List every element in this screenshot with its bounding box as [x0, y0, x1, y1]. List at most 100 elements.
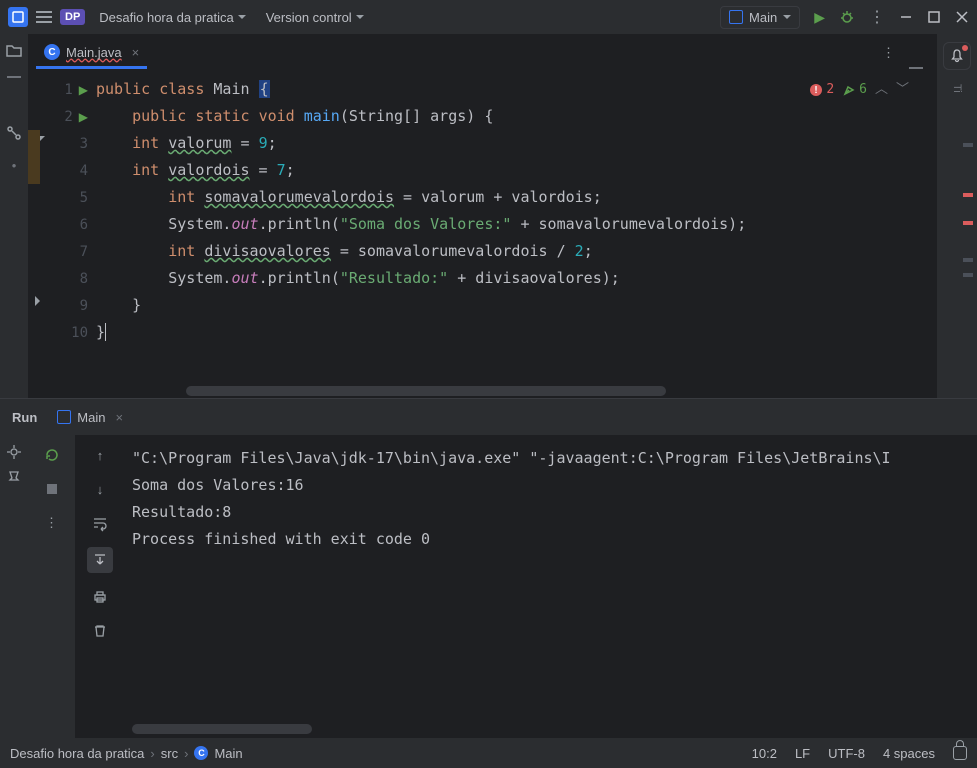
breadcrumb-item[interactable]: src: [161, 746, 178, 761]
console-output[interactable]: "C:\Program Files\Java\jdk-17\bin\java.e…: [124, 435, 977, 738]
caret-position[interactable]: 10:2: [752, 746, 777, 761]
project-dropdown[interactable]: Desafio hora da pratica: [93, 6, 251, 29]
console-line: Soma dos Valores:16: [132, 472, 969, 499]
file-icon: [729, 10, 743, 24]
console-line: "C:\Program Files\Java\jdk-17\bin\java.e…: [132, 445, 969, 472]
run-tool-window: Run Main × ⋮ ↑ ↓ "C:\Program Files\Java\…: [0, 398, 977, 738]
run-tab-main[interactable]: Main ×: [57, 410, 123, 425]
soft-wrap-icon[interactable]: [90, 513, 110, 533]
prev-highlight-icon[interactable]: ︿: [875, 76, 888, 103]
lock-icon[interactable]: [953, 746, 967, 760]
stop-button[interactable]: [42, 479, 62, 499]
chevron-right-icon: ›: [150, 746, 154, 761]
notifications-button[interactable]: [943, 42, 971, 70]
down-arrow-icon[interactable]: ↓: [90, 479, 110, 499]
run-tab-title[interactable]: Run: [12, 410, 37, 425]
file-icon: [57, 410, 71, 424]
warning-badge[interactable]: 6: [842, 76, 867, 103]
next-highlight-icon[interactable]: ﹀: [896, 76, 909, 103]
project-tool-icon[interactable]: [5, 42, 23, 60]
java-class-icon: C: [194, 746, 208, 760]
right-tool-rail: Ti: [937, 34, 977, 398]
editor-hscrollbar[interactable]: [96, 384, 893, 398]
ti-label: Ti: [951, 84, 963, 93]
close-icon[interactable]: ×: [132, 45, 140, 60]
titlebar: DP Desafio hora da pratica Version contr…: [0, 0, 977, 34]
console-hscrollbar[interactable]: [132, 724, 312, 734]
close-icon[interactable]: ×: [115, 410, 123, 425]
separator-icon: [7, 76, 21, 78]
up-arrow-icon[interactable]: ↑: [90, 445, 110, 465]
chevron-right-icon: ›: [184, 746, 188, 761]
error-marker[interactable]: [963, 143, 973, 147]
debug-button[interactable]: [839, 9, 855, 25]
java-class-icon: C: [44, 44, 60, 60]
tab-label: Main.java: [66, 45, 122, 60]
line-gutter: 1▶ 2▶ 3 4 5 6 7 8 9 10: [52, 70, 96, 384]
error-marker[interactable]: [963, 221, 973, 225]
dot-icon: •: [12, 158, 17, 173]
scroll-to-end-icon[interactable]: [87, 547, 113, 573]
breadcrumb-item[interactable]: Main: [214, 746, 242, 761]
warn-marker[interactable]: [963, 258, 973, 262]
indent[interactable]: 4 spaces: [883, 746, 935, 761]
console-line: Process finished with exit code 0: [132, 526, 969, 553]
run-body: ⋮ ↑ ↓ "C:\Program Files\Java\jdk-17\bin\…: [0, 435, 977, 738]
code-editor[interactable]: 1▶ 2▶ 3 4 5 6 7 8 9 10 !2 6 ︿ ﹀ public c…: [28, 70, 937, 384]
editor-tabs: C Main.java × ⋮: [28, 34, 937, 70]
print-icon[interactable]: [90, 587, 110, 607]
run-settings-icon[interactable]: [5, 443, 23, 461]
editor-column: C Main.java × ⋮ 1▶ 2▶ 3 4 5 6 7: [28, 34, 937, 398]
gutter-run-icon[interactable]: ▶: [79, 110, 88, 124]
titlebar-right: Main ▶ ⋮: [720, 6, 969, 29]
maximize-button[interactable]: [927, 10, 941, 24]
left-tool-rail: •: [0, 34, 28, 398]
warn-marker[interactable]: [963, 273, 973, 277]
chevron-right-icon[interactable]: [35, 296, 45, 306]
close-button[interactable]: [955, 10, 969, 24]
more-icon[interactable]: ⋮: [42, 513, 62, 533]
gutter-run-icon[interactable]: ▶: [79, 83, 88, 97]
project-badge: DP: [60, 9, 85, 25]
encoding[interactable]: UTF-8: [828, 746, 865, 761]
statusbar: Desafio hora da pratica › src › C Main 1…: [0, 738, 977, 768]
run-pin-icon[interactable]: [5, 469, 23, 487]
version-control-dropdown[interactable]: Version control: [260, 6, 370, 29]
app-icon[interactable]: [8, 7, 28, 27]
rerun-button[interactable]: [42, 445, 62, 465]
tab-more-menu[interactable]: ⋮: [874, 37, 903, 69]
breadcrumb-item[interactable]: Desafio hora da pratica: [10, 746, 144, 761]
chevron-down-icon: [783, 15, 791, 23]
inspection-widget[interactable]: !2 6 ︿ ﹀: [809, 76, 909, 103]
highlight-marker: [28, 130, 40, 157]
line-separator[interactable]: LF: [795, 746, 810, 761]
breadcrumb[interactable]: Desafio hora da pratica › src › C Main: [10, 746, 243, 761]
chevron-down-icon: [238, 15, 246, 23]
project-name: Desafio hora da pratica: [99, 10, 233, 25]
collapse-icon[interactable]: [909, 67, 923, 69]
marker-bar[interactable]: [937, 103, 977, 398]
run-button[interactable]: ▶: [814, 9, 825, 26]
error-badge[interactable]: !2: [809, 76, 834, 103]
highlight-marker: [28, 157, 40, 184]
structure-tool-icon[interactable]: [5, 124, 23, 142]
scrollbar-thumb[interactable]: [186, 386, 666, 396]
trash-icon[interactable]: [90, 621, 110, 641]
main-area: • C Main.java × ⋮ 1▶ 2▶ 3 4 5: [0, 34, 977, 398]
svg-text:!: !: [813, 85, 819, 96]
chevron-down-icon: [356, 15, 364, 23]
error-marker[interactable]: [963, 193, 973, 197]
code-content[interactable]: !2 6 ︿ ﹀ public class Main { public stat…: [96, 70, 937, 384]
fold-gutter: [28, 70, 52, 384]
tab-main-java[interactable]: C Main.java ×: [36, 36, 147, 69]
run-config-dropdown[interactable]: Main: [720, 6, 800, 29]
notification-dot-icon: [962, 45, 968, 51]
console-toolbar: ↑ ↓: [76, 435, 124, 738]
run-tabs: Run Main ×: [0, 399, 977, 435]
run-toolbar: ⋮: [28, 435, 76, 738]
hamburger-icon[interactable]: [36, 11, 52, 23]
minimize-button[interactable]: [899, 10, 913, 24]
run-left-rail: [0, 435, 28, 738]
titlebar-left: DP Desafio hora da pratica Version contr…: [8, 6, 712, 29]
more-menu[interactable]: ⋮: [869, 7, 885, 27]
